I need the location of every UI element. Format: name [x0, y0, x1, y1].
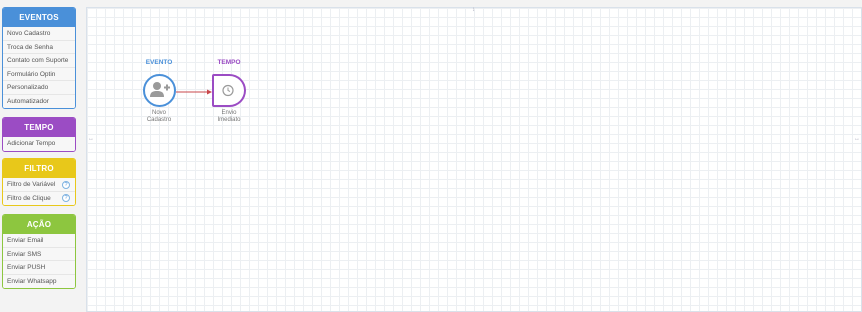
tempo-item-adicionar-tempo[interactable]: Adicionar Tempo	[3, 137, 75, 151]
filtro-panel: FILTRO Filtro de Variável ? Filtro de Cl…	[2, 158, 76, 206]
eventos-panel: EVENTOS Novo Cadastro Troca de Senha Con…	[2, 7, 76, 109]
canvas-resize-handle-left[interactable]: ↔	[88, 136, 94, 142]
acao-item-enviar-sms[interactable]: Enviar SMS	[3, 247, 75, 261]
eventos-header: EVENTOS	[3, 8, 75, 27]
event-node-label-line1: Novo	[151, 110, 166, 116]
eventos-item-formulario-optin[interactable]: Formulário Optin	[3, 67, 75, 81]
eventos-item-troca-de-senha[interactable]: Troca de Senha	[3, 40, 75, 54]
filtro-item-filtro-de-clique[interactable]: Filtro de Clique ?	[3, 191, 75, 205]
acao-item-enviar-push[interactable]: Enviar PUSH	[3, 261, 75, 275]
connector-arrow[interactable]	[176, 89, 213, 95]
event-node-label: Novo Cadastro	[129, 110, 189, 124]
canvas-resize-handle-right[interactable]: ↔	[854, 136, 860, 142]
filtro-item-label: Filtro de Clique	[7, 194, 51, 202]
help-icon[interactable]: ?	[62, 180, 70, 189]
time-node[interactable]	[212, 74, 246, 107]
acao-panel: AÇÃO Enviar Email Enviar SMS Enviar PUSH…	[2, 214, 76, 289]
user-plus-icon	[150, 82, 170, 97]
flow-canvas[interactable]: ↕ ↔ ↔ EVENTO Novo Cadastro TEMPO Envio I…	[86, 7, 862, 312]
tempo-header: TEMPO	[3, 118, 75, 137]
time-node-label-line2: Imediato	[217, 117, 241, 123]
sidebar: EVENTOS Novo Cadastro Troca de Senha Con…	[0, 0, 82, 312]
event-node-label-line2: Cadastro	[146, 117, 172, 123]
help-icon[interactable]: ?	[62, 194, 70, 202]
eventos-item-contato-com-suporte[interactable]: Contato com Suporte	[3, 54, 75, 68]
filtro-item-filtro-de-variavel[interactable]: Filtro de Variável ?	[3, 178, 75, 192]
time-node-label: Envio Imediato	[199, 110, 259, 124]
acao-item-enviar-whatsapp[interactable]: Enviar Whatsapp	[3, 274, 75, 288]
event-node-title: EVENTO	[145, 59, 173, 66]
acao-item-enviar-email[interactable]: Enviar Email	[3, 234, 75, 248]
acao-header: AÇÃO	[3, 215, 75, 234]
tempo-panel: TEMPO Adicionar Tempo	[2, 117, 76, 152]
filtro-header: FILTRO	[3, 159, 75, 178]
eventos-item-personalizado[interactable]: Personalizado	[3, 81, 75, 95]
eventos-item-novo-cadastro[interactable]: Novo Cadastro	[3, 27, 75, 41]
time-node-label-line1: Envio	[221, 110, 237, 116]
clock-icon	[222, 84, 234, 97]
time-node-title: TEMPO	[217, 59, 241, 66]
event-node[interactable]	[143, 74, 176, 107]
filtro-item-label: Filtro de Variável	[7, 181, 56, 188]
canvas-resize-handle-top[interactable]: ↕	[472, 7, 475, 13]
eventos-item-automatizador[interactable]: Automatizador	[3, 94, 75, 108]
